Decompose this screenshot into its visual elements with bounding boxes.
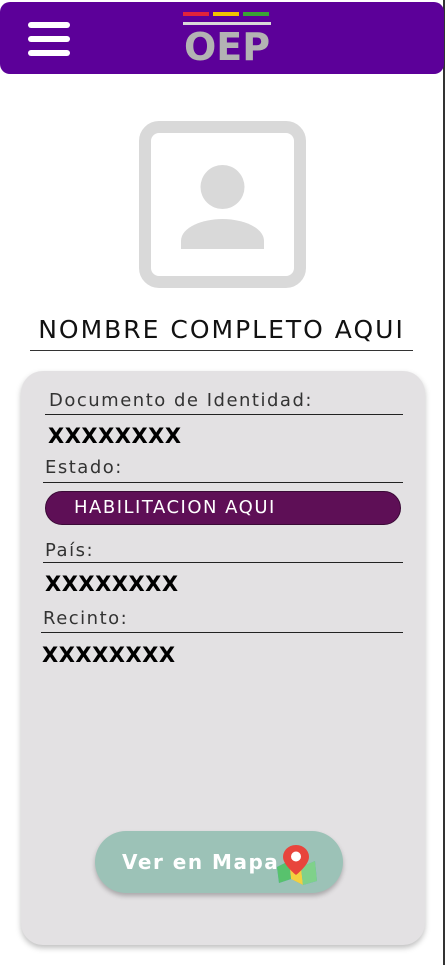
status-divider <box>43 482 403 483</box>
app-screen: OEP NOMBRE COMPLETO AQUI Documento de Id… <box>0 0 445 965</box>
document-label: Documento de Identidad: <box>49 390 313 411</box>
status-label: Estado: <box>45 457 123 478</box>
status-value: HABILITACION AQUI <box>74 497 276 518</box>
full-name: NOMBRE COMPLETO AQUI <box>38 315 405 344</box>
document-value: XXXXXXXX <box>48 424 182 448</box>
oep-logo: OEP <box>181 12 273 69</box>
logo-color-bars <box>183 12 271 18</box>
venue-divider <box>41 632 403 633</box>
full-name-underline <box>30 350 413 351</box>
country-divider <box>43 562 403 563</box>
map-pin-icon <box>277 845 317 885</box>
view-map-button[interactable]: Ver en Mapa <box>95 831 343 893</box>
user-placeholder-icon <box>139 121 306 288</box>
logo-text: OEP <box>183 25 271 69</box>
venue-value: XXXXXXXX <box>42 643 176 667</box>
hamburger-menu-icon[interactable] <box>28 22 70 58</box>
country-value: XXXXXXXX <box>45 572 179 596</box>
top-app-bar: OEP <box>0 2 444 74</box>
venue-label: Recinto: <box>43 608 129 629</box>
voter-info-card: Documento de Identidad: XXXXXXXX Estado:… <box>21 371 425 945</box>
document-divider <box>45 414 403 415</box>
view-map-label: Ver en Mapa <box>122 850 280 874</box>
country-label: País: <box>45 540 95 561</box>
status-badge: HABILITACION AQUI <box>45 491 401 525</box>
